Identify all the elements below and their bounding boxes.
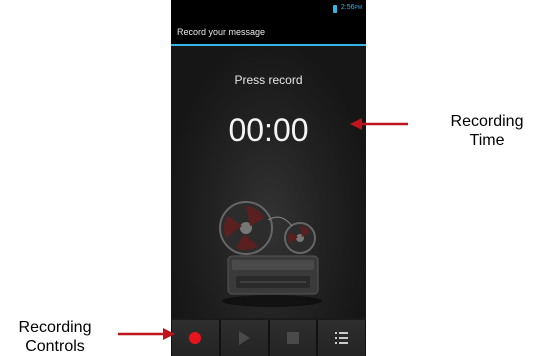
record-button[interactable] bbox=[172, 320, 219, 356]
recordings-list-button[interactable] bbox=[318, 320, 365, 356]
clock-time: 2:56 bbox=[340, 4, 355, 11]
battery-icon bbox=[333, 5, 337, 13]
screen-title: Record your message bbox=[177, 27, 266, 37]
play-icon bbox=[238, 331, 250, 345]
recording-controls-label-line2: Controls bbox=[25, 338, 85, 355]
recording-time-arrow bbox=[350, 118, 408, 130]
status-prompt: Press record bbox=[234, 73, 303, 87]
recording-time-label-line1: Recording bbox=[450, 113, 524, 130]
clock-ampm: PM bbox=[354, 5, 363, 11]
status-bar: 2:56PM bbox=[171, 0, 366, 20]
recording-timer: 00:00 bbox=[228, 112, 309, 148]
tape-recorder-illustration bbox=[219, 201, 322, 307]
stop-button[interactable] bbox=[269, 320, 317, 356]
list-icon bbox=[335, 332, 349, 344]
action-bar: Record your message bbox=[171, 20, 366, 46]
recording-time-label-line2: Time bbox=[469, 132, 505, 149]
recorder-content: Press record 00:00 bbox=[171, 46, 366, 318]
play-button[interactable] bbox=[220, 320, 268, 356]
recording-controls-label: Recording Controls bbox=[0, 318, 110, 356]
recording-time-label: Recording Time bbox=[432, 112, 541, 150]
record-icon bbox=[189, 332, 202, 344]
recording-controls-bar bbox=[171, 320, 366, 356]
recording-controls-label-line1: Recording bbox=[18, 319, 92, 336]
stop-icon bbox=[286, 332, 299, 344]
phone-screen: 2:56PM Record your message Press record … bbox=[171, 0, 366, 356]
recording-controls-arrow bbox=[118, 328, 175, 340]
status-time: 2:56PM bbox=[341, 4, 362, 11]
